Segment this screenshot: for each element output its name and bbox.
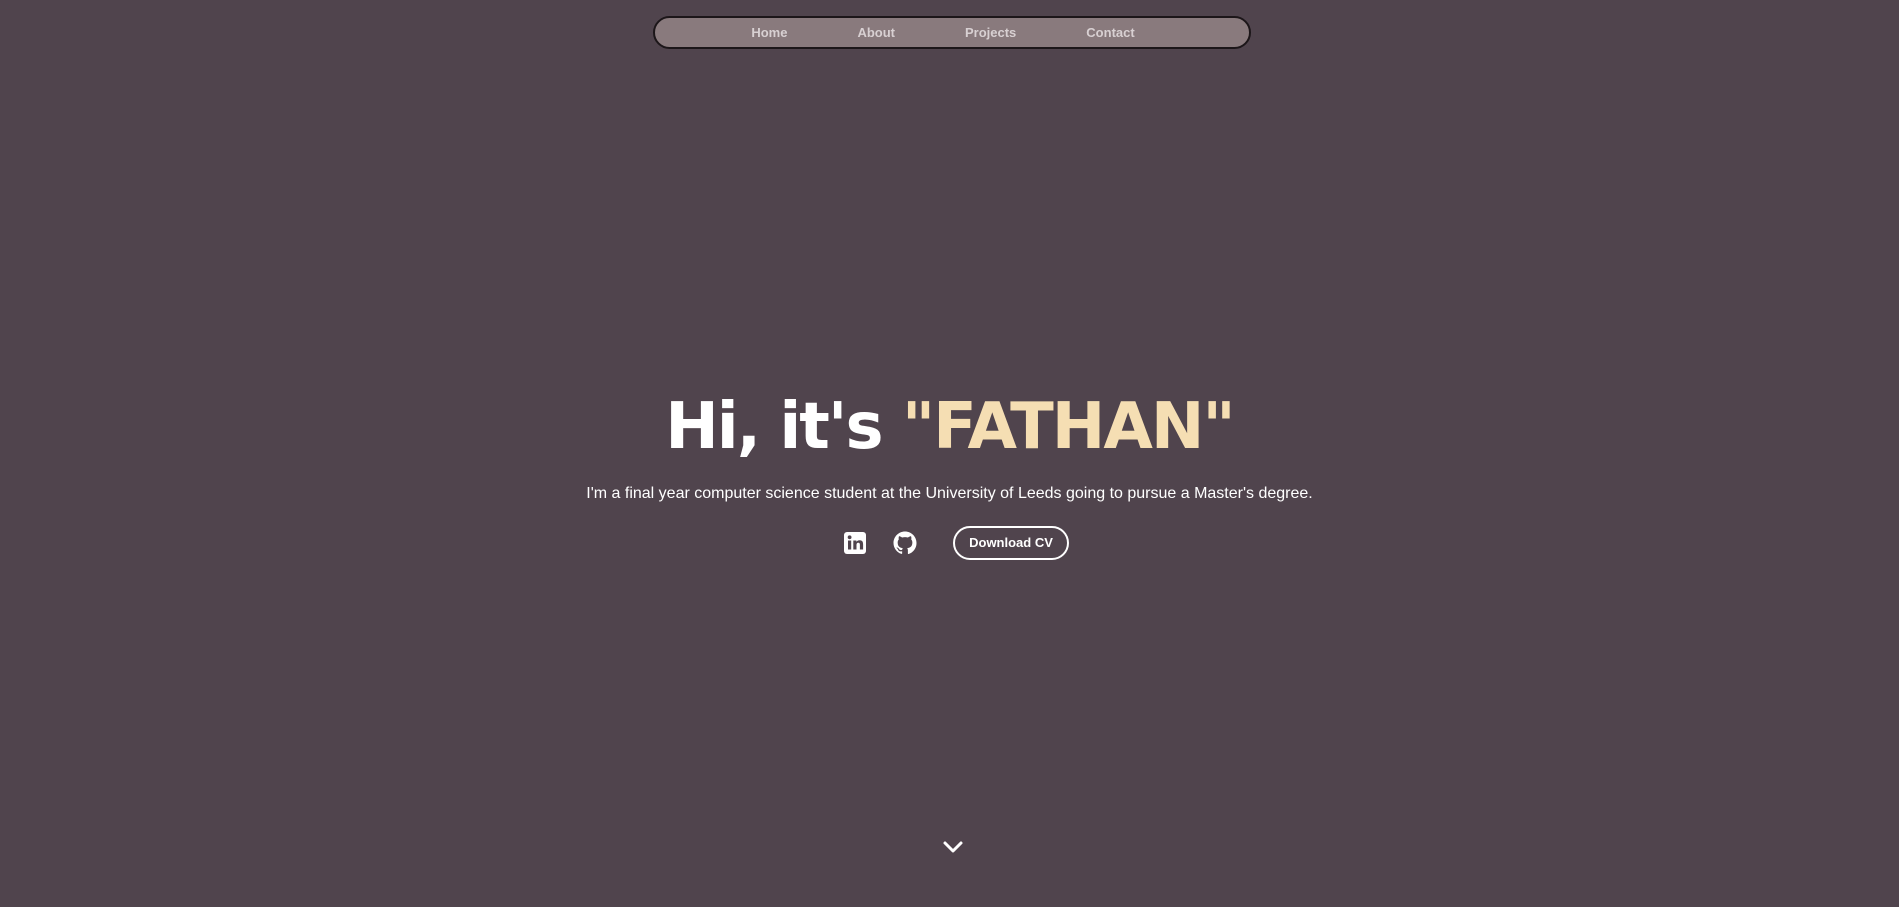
nav-about-link[interactable]: About	[822, 25, 930, 40]
hero-actions: Download CV	[0, 524, 1899, 561]
hero-section: Hi, it's "FATHAN" I'm a final year compu…	[0, 380, 1899, 504]
nav-home-link[interactable]: Home	[716, 25, 822, 40]
hero-title: Hi, it's "FATHAN"	[0, 380, 1899, 474]
hero-name: "FATHAN"	[901, 390, 1236, 464]
nav-links: Home About Projects Contact	[716, 25, 1169, 40]
nav-contact-link[interactable]: Contact	[1051, 25, 1169, 40]
navbar: Home About Projects Contact	[653, 16, 1251, 49]
download-cv-button[interactable]: Download CV	[953, 525, 1069, 560]
github-icon[interactable]	[893, 531, 917, 555]
hero-subtitle: I'm a final year computer science studen…	[586, 485, 1313, 502]
hero-greeting: Hi, it's	[665, 390, 902, 464]
linkedin-icon[interactable]	[843, 531, 867, 555]
chevron-down-icon[interactable]	[940, 836, 966, 858]
nav-projects-link[interactable]: Projects	[930, 25, 1051, 40]
page: Home About Projects Contact Hi, it's "FA…	[0, 0, 1899, 907]
